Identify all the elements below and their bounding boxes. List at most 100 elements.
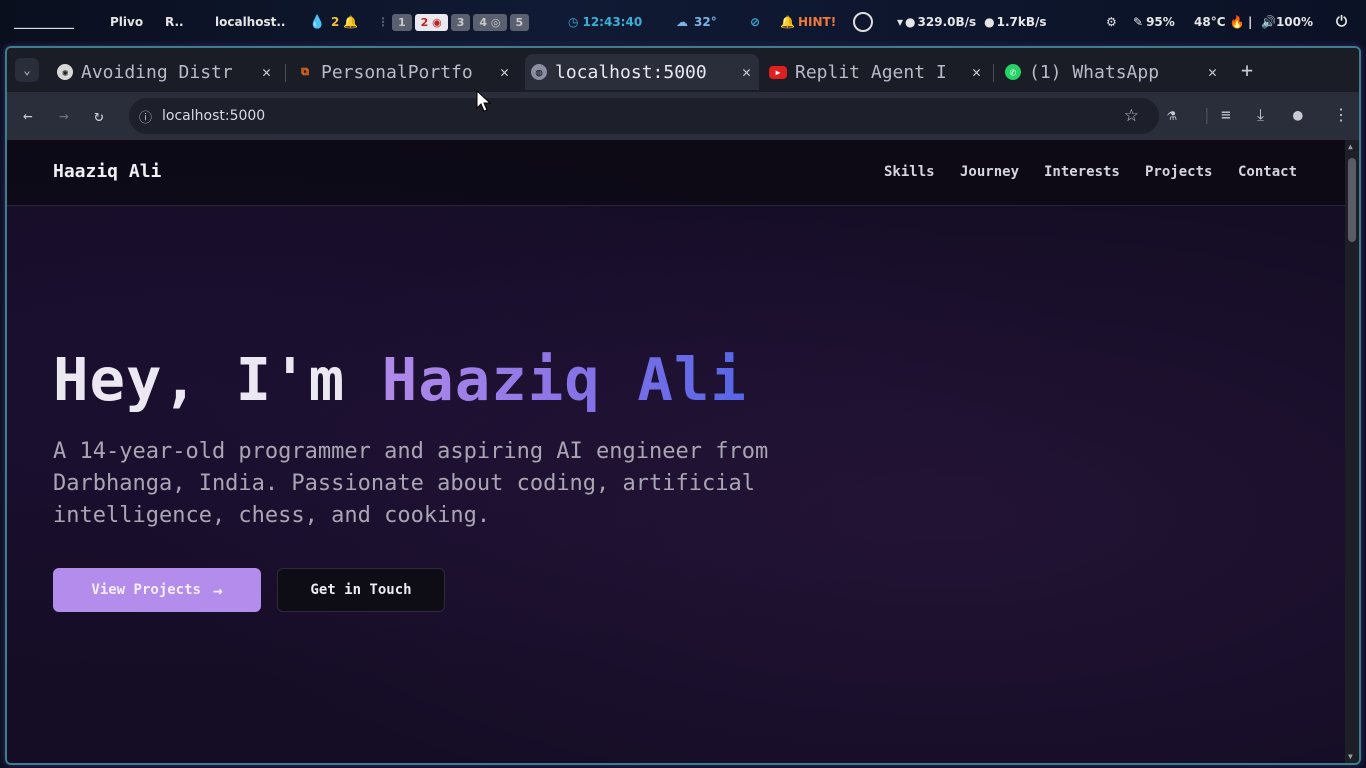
scroll-down-icon[interactable]: ▼ — [1348, 752, 1353, 761]
site-header: Haaziq Ali Skills Journey Interests Proj… — [7, 140, 1345, 206]
tab-strip: ⌄ ✺ Avoiding Distr ✕ ⧉ PersonalPortfo ✕ … — [7, 48, 1359, 92]
workspace-2[interactable]: 2 ◉ — [414, 13, 448, 31]
tab-localhost[interactable]: ◍ localhost:5000 ✕ — [525, 54, 759, 90]
tab-title: Replit Agent I — [795, 61, 947, 83]
tab-avoiding-distractions[interactable]: ✺ Avoiding Distr ✕ — [51, 54, 279, 90]
menu-kebab-icon[interactable]: ⋮ — [1333, 105, 1349, 124]
flame-icon: 🔥 — [1229, 15, 1245, 29]
workspace-5[interactable]: 5 — [509, 13, 530, 31]
tab-whatsapp[interactable]: ✆ (1) WhatsApp ✕ — [999, 54, 1225, 90]
separator-bar: | — [1248, 15, 1253, 29]
workspace-3[interactable]: 3 — [450, 13, 471, 31]
tab-title: (1) WhatsApp — [1029, 61, 1160, 83]
cpu-temp-value: 48°C — [1194, 15, 1226, 29]
wifi-icon: ▾ — [897, 15, 904, 29]
network-speed: ▾ ● 329.0B/s ● 1.7kB/s — [897, 0, 1047, 44]
nav-journey[interactable]: Journey — [960, 164, 1019, 180]
tab-divider — [993, 64, 994, 82]
whatsapp-icon: ✆ — [1005, 64, 1021, 80]
workspace-2-label: 2 — [420, 15, 429, 29]
hero-subtitle: A 14-year-old programmer and aspiring AI… — [53, 439, 769, 528]
close-icon[interactable]: ✕ — [742, 63, 751, 81]
bell-icon: 🔔 — [343, 15, 359, 29]
back-icon[interactable]: ← — [23, 106, 33, 125]
mouse-cursor-icon — [476, 90, 492, 112]
scroll-up-icon[interactable]: ▲ — [1348, 142, 1353, 151]
volume-value: 100% — [1275, 15, 1314, 29]
launcher-menu[interactable]: __________ — [14, 0, 74, 44]
bookmark-star-icon[interactable]: ☆ — [1124, 106, 1139, 126]
arrow-right-icon: → — [212, 580, 223, 600]
new-tab-button[interactable]: + — [1241, 58, 1253, 82]
notification-count: 2 — [331, 15, 340, 29]
url-text[interactable]: localhost:5000 — [162, 108, 265, 124]
net-up: 1.7kB/s — [996, 15, 1047, 29]
brightness-value: 95% — [1146, 15, 1175, 29]
upload-icon: ● — [984, 15, 995, 29]
toolbar-divider: | — [1202, 105, 1212, 124]
close-icon[interactable]: ✕ — [262, 63, 271, 81]
reading-list-icon[interactable]: ≡ — [1221, 105, 1231, 124]
clock: ◷ 12:43:40 — [568, 0, 642, 44]
browser-toolbar: ← → ↻ ⓘ localhost:5000 ☆ ⚗ | ≡ ⤓ ● ⋮ — [7, 92, 1359, 140]
download-icon[interactable]: ⤓ — [1257, 105, 1264, 125]
close-icon[interactable]: ✕ — [500, 63, 509, 81]
alert-icon: 🔔 — [780, 15, 795, 29]
chevron-down-icon: ⌄ — [23, 63, 31, 77]
brightness[interactable]: ✎ 95% — [1133, 0, 1175, 44]
tab-replit-agent[interactable]: ▶ Replit Agent I ✕ — [763, 54, 989, 90]
download-icon: ● — [905, 15, 916, 29]
app-r[interactable]: R.. — [165, 0, 184, 44]
workspace-4[interactable]: 4 ◎ — [473, 13, 507, 31]
labs-flask-icon[interactable]: ⚗ — [1167, 105, 1177, 124]
speaker-icon: 🔊 — [1261, 15, 1276, 29]
hint-alert[interactable]: 🔔 HINT! — [780, 0, 836, 44]
site-brand[interactable]: Haaziq Ali — [53, 161, 161, 182]
clock-icon: ◷ — [568, 15, 579, 29]
obs-icon[interactable] — [853, 0, 873, 44]
globe-icon: ◍ — [531, 64, 547, 80]
separator: ⋮ — [377, 15, 389, 29]
reload-icon[interactable]: ↻ — [94, 106, 104, 125]
replit-icon: ⧉ — [301, 65, 309, 78]
workspace-switcher: 1 2 ◉ 3 4 ◎ 5 — [392, 0, 532, 44]
site-info-icon[interactable]: ⓘ — [139, 107, 152, 126]
view-projects-button[interactable]: View Projects → — [53, 568, 261, 612]
close-icon[interactable]: ✕ — [972, 63, 981, 81]
tab-title: localhost:5000 — [555, 61, 707, 83]
forward-icon[interactable]: → — [59, 106, 69, 125]
clock-time: 12:43:40 — [582, 15, 643, 29]
workspace-1[interactable]: 1 — [392, 13, 412, 31]
nav-projects[interactable]: Projects — [1145, 164, 1212, 180]
tab-personal-portfolio[interactable]: ⧉ PersonalPortfo ✕ — [291, 54, 517, 90]
app-plivo[interactable]: Plivo — [110, 0, 143, 44]
notification-badge[interactable]: 2 🔔 — [331, 0, 358, 44]
hint-label: HINT! — [797, 15, 837, 29]
chrome-icon: ◉ — [432, 15, 442, 29]
get-in-touch-button[interactable]: Get in Touch — [277, 568, 445, 612]
eye-off-icon[interactable]: ⊘ — [750, 0, 760, 44]
view-projects-label: View Projects — [91, 582, 201, 598]
page-scrollbar[interactable]: ▲ ▼ — [1345, 140, 1359, 763]
hero-title: Hey, I'm Haaziq Ali — [53, 345, 747, 414]
browser-window: ⌄ ✺ Avoiding Distr ✕ ⧉ PersonalPortfo ✕ … — [5, 46, 1361, 765]
app-localhost[interactable]: localhost.. — [215, 0, 285, 44]
hero-greeting: Hey, I'm — [53, 345, 382, 414]
scrollbar-thumb[interactable] — [1348, 158, 1356, 242]
settings-icon[interactable]: ⚙ — [1106, 0, 1117, 44]
profile-icon[interactable]: ● — [1293, 105, 1303, 124]
page-viewport: Haaziq Ali Skills Journey Interests Proj… — [7, 140, 1345, 763]
cloud-icon: ☁ — [676, 15, 688, 29]
tab-search-button[interactable]: ⌄ — [15, 58, 39, 82]
droplet-icon: 💧 — [309, 14, 326, 30]
system-bar: __________ Plivo R.. localhost.. 💧 2 🔔 ⋮… — [0, 0, 1366, 44]
weather: ☁ 32° — [676, 0, 717, 44]
power-icon[interactable]: ⏻ — [1336, 0, 1347, 44]
volume[interactable]: 🔊 100% — [1261, 0, 1313, 44]
close-icon[interactable]: ✕ — [1208, 63, 1217, 81]
nav-contact[interactable]: Contact — [1238, 164, 1297, 180]
nav-interests[interactable]: Interests — [1044, 164, 1120, 180]
brightness-icon: ✎ — [1133, 15, 1144, 29]
nav-skills[interactable]: Skills — [884, 164, 935, 180]
address-bar[interactable]: ⓘ localhost:5000 ☆ — [129, 98, 1159, 134]
